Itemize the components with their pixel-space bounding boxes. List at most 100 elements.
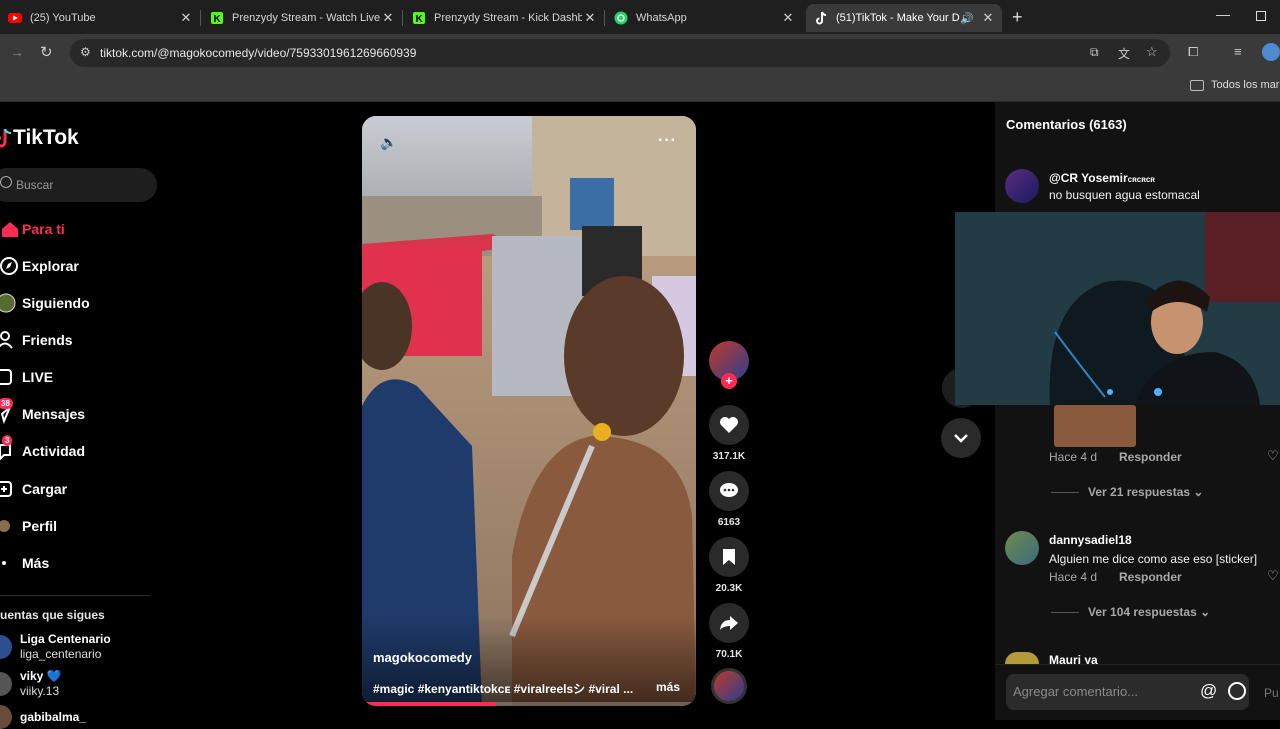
webcam-overlay [955,212,1280,405]
minimize-icon[interactable]: — [1216,6,1230,22]
site-info-icon[interactable]: ⚙ [80,45,91,59]
forward-icon[interactable]: → [10,44,24,60]
close-tab-icon[interactable]: ✕ [582,10,598,26]
commenter-avatar[interactable] [1005,652,1039,664]
save-count: 20.3K [715,583,743,594]
messages-icon: 38 [0,398,22,424]
save-button[interactable]: 20.3K [709,537,749,594]
video-player[interactable]: 🔈 ··· magokocomedy #magic #kenyantiktokᴄ… [362,116,696,706]
author-avatar[interactable]: + [709,341,749,389]
tab-kick-watch[interactable]: K Prenzydy Stream - Watch Live o ✕ [202,4,402,32]
view-replies-button[interactable]: Ver 21 respuestas ⌄ [1088,485,1203,499]
install-icon[interactable]: ⧉ [1090,45,1099,60]
progress-track[interactable] [362,702,696,706]
whatsapp-icon [614,11,628,25]
new-tab-icon[interactable]: + [1012,7,1023,28]
youtube-icon [8,11,22,25]
nav-perfil[interactable]: Perfil [0,513,57,539]
friends-icon [0,330,22,350]
comment-time: Hace 4 d [1049,570,1098,584]
comment-sticker-image [1054,405,1136,447]
tab-tiktok[interactable]: (51)TikTok - Make Your Day 🔊 ✕ [806,4,1002,32]
tab-title: Prenzydy Stream - Watch Live o [232,12,380,24]
omnibox[interactable]: ⚙ tiktok.com/@magokocomedy/video/7593301… [70,39,1170,67]
comments-header: Comentarios (6163) [1006,117,1127,132]
search-input[interactable]: Buscar [16,178,53,192]
comments-count: (6163) [1089,117,1127,132]
activity-icon: 3 [0,435,22,461]
speaker-icon[interactable]: 🔊 [960,12,974,25]
following-account-viky[interactable]: viky 💙 viiky.13 [0,669,62,699]
nav-friends[interactable]: Friends [0,327,73,353]
tab-youtube[interactable]: (25) YouTube ✕ [0,4,200,32]
comment-button[interactable]: 6163 [709,471,749,528]
all-bookmarks-label[interactable]: Todos los marca [1211,79,1280,91]
tab-whatsapp[interactable]: WhatsApp ✕ [606,4,802,32]
url-text[interactable]: tiktok.com/@magokocomedy/video/759330196… [100,46,416,60]
close-tab-icon[interactable]: ✕ [980,10,996,26]
comment-count: 6163 [717,517,741,528]
search-box[interactable]: Buscar [0,168,157,202]
media-icon[interactable]: ≡ [1234,44,1242,59]
profile-avatar-icon[interactable] [1262,43,1280,61]
video-caption[interactable]: #magic #kenyantiktokᴄᴇ #viralreels⁠シ #vi… [373,680,633,697]
reply-button[interactable]: Responder [1119,450,1182,464]
account-name: viky 💙 [20,669,62,683]
mention-icon[interactable]: @ [1200,681,1217,701]
nav-para-ti[interactable]: Para ti [0,216,65,242]
nav-explorar[interactable]: Explorar [0,253,79,279]
following-account-liga[interactable]: Liga Centenario liga_centenario [0,632,111,662]
video-author[interactable]: magokocomedy [373,650,472,665]
caption-more-button[interactable]: más [656,680,680,694]
comment-text: no busquen agua estomacal [1049,188,1200,202]
follow-plus-icon[interactable]: + [721,373,737,389]
more-options-icon[interactable]: ··· [658,132,677,150]
share-button[interactable]: 70.1K [709,603,749,660]
comment-user[interactable]: Mauri ya [1049,653,1098,664]
reload-icon[interactable]: ↻ [40,43,53,61]
nav-mas[interactable]: Más [0,550,49,576]
nav-label: Friends [22,332,73,348]
profile-icon [0,516,22,536]
chevron-down-icon [954,434,968,443]
tab-kick-dashboard[interactable]: K Prenzydy Stream - Kick Dashbo ✕ [404,4,604,32]
maximize-icon[interactable] [1256,11,1266,21]
comment-item: @CR Yosemirᴄʀᴄʀᴄʀ no busquen agua estoma… [1049,171,1200,202]
nav-label: Explorar [22,258,79,274]
tiktok-logo[interactable]: TikTok [0,126,79,150]
post-button[interactable]: Pu [1264,686,1279,700]
nav-label: Actividad [22,443,86,459]
sound-avatar[interactable] [711,668,747,704]
nav-live[interactable]: LIVE [0,364,53,390]
commenter-avatar[interactable] [1005,169,1039,203]
share-icon [709,603,749,643]
comment-user[interactable]: dannysadiel18 [1049,533,1257,547]
close-tab-icon[interactable]: ✕ [178,10,194,26]
next-video-button[interactable] [941,418,981,458]
close-tab-icon[interactable]: ✕ [780,10,796,26]
account-name: gabibalma_ [20,710,87,724]
extensions-icon[interactable]: ⧠ [1188,44,1198,60]
following-account-gabi[interactable]: gabibalma_ [0,705,86,729]
nav-label: Mensajes [22,406,86,422]
nav-mensajes[interactable]: 38 Mensajes [0,398,86,427]
commenter-avatar[interactable] [1005,531,1039,565]
comment-like-icon[interactable]: ♡ [1267,448,1279,464]
nav-actividad[interactable]: 3 Actividad [0,435,86,464]
comment-user[interactable]: @CR Yosemirᴄʀᴄʀᴄʀ [1049,171,1200,185]
reply-button[interactable]: Responder [1119,570,1182,584]
tab-title: (25) YouTube [30,12,96,24]
nav-siguiendo[interactable]: Siguiendo [0,290,90,316]
nav-cargar[interactable]: Cargar [0,476,67,502]
following-header: uentas que sigues [0,608,105,622]
like-button[interactable]: 317.1K [709,405,749,462]
comment-input[interactable]: Agregar comentario... @ [1006,674,1249,710]
translate-icon[interactable]: 文 [1118,45,1130,62]
comment-like-icon[interactable]: ♡ [1267,568,1279,584]
view-replies-button[interactable]: Ver 104 respuestas ⌄ [1088,605,1210,619]
mute-icon[interactable]: 🔈 [380,134,397,151]
star-icon[interactable]: ☆ [1146,44,1158,60]
home-icon [0,220,22,238]
close-tab-icon[interactable]: ✕ [380,10,396,26]
emoji-icon[interactable] [1228,682,1246,700]
